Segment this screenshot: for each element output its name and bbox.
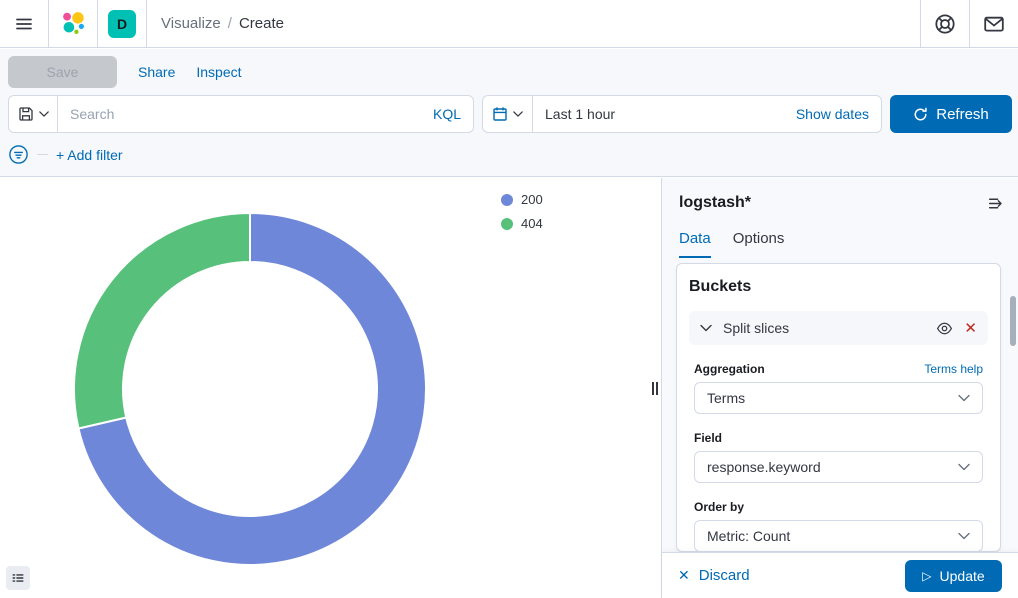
sidebar-scrollbar-thumb[interactable] [1010,296,1016,346]
update-label: Update [940,568,985,584]
aggregation-group: Aggregation Terms help Terms [689,362,988,414]
envelope-icon [983,13,1005,35]
legend-color-dot [501,194,513,206]
filter-menu-button[interactable] [8,144,29,165]
date-quick-select-button[interactable] [483,96,533,132]
chevron-down-icon [958,532,970,540]
chevron-down-icon [958,463,970,471]
visualization-area: 200 404 [0,178,661,598]
search-group: KQL [8,95,474,133]
terms-help-link[interactable]: Terms help [924,362,983,376]
order-by-select[interactable]: Metric: Count [694,520,983,552]
calendar-icon [492,106,508,122]
split-slices-label: Split slices [723,320,925,336]
filter-circle-icon [8,144,29,165]
field-select[interactable]: response.keyword [694,451,983,483]
discard-label: Discard [699,567,750,584]
aggregation-label: Aggregation [694,362,765,376]
field-group: Field response.keyword [689,431,988,483]
toggle-visibility-button[interactable] [936,320,953,337]
help-button[interactable] [921,0,969,48]
search-box: KQL [58,95,474,133]
legend-toggle-button[interactable] [6,566,30,590]
order-by-value: Metric: Count [707,528,790,544]
query-language-button[interactable]: KQL [433,106,461,122]
add-filter-button[interactable]: + Add filter [56,147,123,163]
help-lifebuoy-icon [934,13,956,35]
legend-label: 404 [521,216,543,231]
chevron-down-icon [700,324,712,332]
close-icon: ✕ [678,567,690,584]
space-avatar[interactable]: D [108,10,136,38]
filter-bar: + Add filter [8,144,123,165]
global-header: D Visualize / Create [0,0,1018,48]
chevron-down-icon [39,111,49,117]
tab-data[interactable]: Data [679,230,711,258]
query-bar: KQL Last 1 hour Show dates [8,95,1012,133]
breadcrumb-visualize[interactable]: Visualize [161,15,221,32]
sidebar-footer: ✕ Discard ▷ Update [662,552,1018,598]
refresh-icon [913,107,928,122]
time-range-display[interactable]: Last 1 hour [533,106,796,122]
chart-legend: 200 404 [501,192,543,231]
breadcrumb: Visualize / Create [147,15,284,32]
discard-button[interactable]: ✕ Discard [678,567,750,584]
elastic-logo[interactable] [49,10,97,37]
list-icon [11,571,25,585]
collapse-sidebar-button[interactable] [984,192,1006,214]
action-toolbar: Save Share Inspect [8,56,242,88]
hamburger-icon [14,14,34,34]
newsfeed-button[interactable] [970,0,1018,48]
legend-color-dot [501,218,513,230]
tab-options[interactable]: Options [733,230,785,258]
breadcrumb-create: Create [239,15,284,32]
save-button[interactable]: Save [8,56,117,88]
menu-right-icon [987,195,1004,212]
update-button[interactable]: ▷ Update [905,560,1002,592]
eye-icon [936,320,953,337]
split-slices-accordion[interactable]: Split slices ✕ [689,311,988,345]
refresh-button-label: Refresh [936,106,989,123]
elastic-logo-icon [60,10,87,37]
refresh-button[interactable]: Refresh [890,95,1012,133]
chevron-down-icon [958,394,970,402]
buckets-card: Buckets Split slices ✕ Aggregatio [676,263,1001,552]
sidebar-tabs: Data Options [662,214,1018,258]
order-by-group: Order by Metric: Count [689,500,988,552]
show-dates-button[interactable]: Show dates [796,106,881,122]
pie-slice-404[interactable] [74,213,250,428]
aggregation-value: Terms [707,390,745,406]
legend-label: 200 [521,192,543,207]
editor-sidebar: logstash* Data Options Buckets Split sli… [661,178,1018,598]
menu-button[interactable] [0,0,48,48]
aggregation-select[interactable]: Terms [694,382,983,414]
field-label: Field [694,431,722,445]
search-input[interactable] [70,106,433,122]
inspect-button[interactable]: Inspect [196,64,241,80]
legend-item-200[interactable]: 200 [501,192,543,207]
donut-chart [70,209,430,569]
save-query-icon [18,106,34,122]
editor-toolbars: Save Share Inspect KQL [0,49,1018,177]
remove-bucket-button[interactable]: ✕ [964,321,977,336]
header-divider [97,0,98,47]
index-pattern-title: logstash* [679,194,751,212]
play-icon: ▷ [922,569,931,583]
chevron-down-icon [513,111,523,117]
buckets-heading: Buckets [689,278,988,296]
saved-query-menu-button[interactable] [8,95,58,133]
field-value: response.keyword [707,459,821,475]
legend-item-404[interactable]: 404 [501,216,543,231]
main-content: 200 404 logstash* Data Options [0,178,1018,598]
share-button[interactable]: Share [138,64,175,80]
filter-bar-dash [37,154,48,155]
breadcrumb-separator: / [221,15,239,32]
panel-resize-handle[interactable] [652,382,658,395]
order-by-label: Order by [694,500,744,514]
date-picker: Last 1 hour Show dates [482,95,882,133]
